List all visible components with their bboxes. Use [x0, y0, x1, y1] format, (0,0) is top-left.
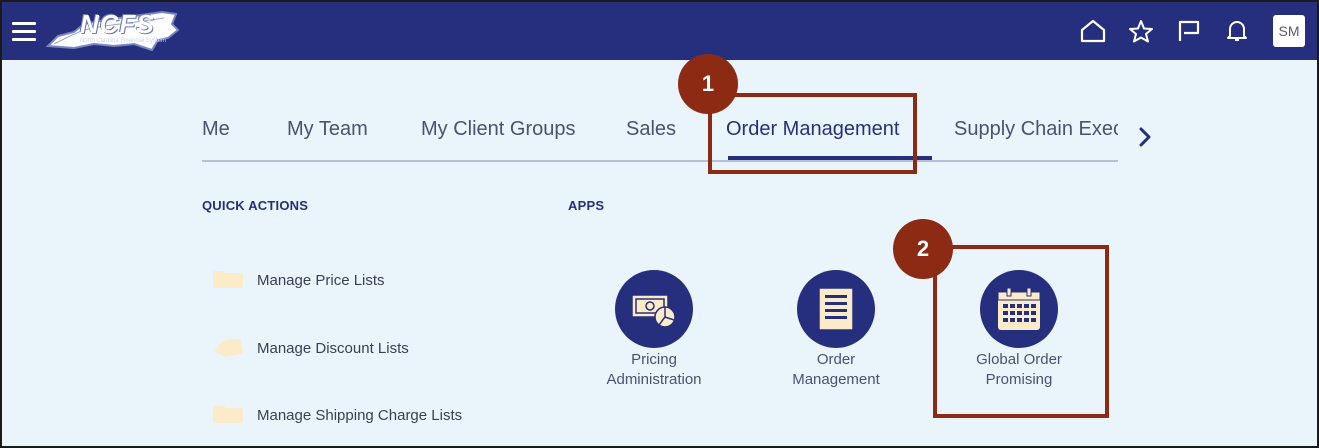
bell-icon[interactable]	[1223, 17, 1251, 45]
navigator-tabs: Me My Team My Client Groups Sales Order …	[202, 110, 1118, 162]
app-label: Order Management	[761, 350, 911, 390]
apps-title: APPS	[568, 198, 605, 213]
quick-action-manage-price-lists[interactable]: Manage Price Lists	[212, 265, 385, 295]
tab-supply-chain-execution[interactable]: Supply Chain Execu	[954, 118, 1118, 156]
quick-action-label: Manage Discount Lists	[257, 339, 409, 357]
callout-box-2	[933, 245, 1109, 418]
home-icon[interactable]	[1079, 17, 1107, 45]
menu-icon[interactable]	[12, 22, 36, 42]
tab-my-client-groups[interactable]: My Client Groups	[421, 118, 576, 156]
tab-me[interactable]: Me	[202, 118, 230, 156]
quick-action-manage-shipping-charge-lists[interactable]: Manage Shipping Charge Lists	[212, 400, 462, 430]
ncfs-logo[interactable]: NCFS North Carolina Financial System	[44, 6, 182, 56]
star-icon[interactable]	[1127, 17, 1155, 45]
app-pricing-administration[interactable]: Pricing Administration	[579, 270, 729, 390]
quick-actions-title: QUICK ACTIONS	[202, 198, 309, 213]
tabs-clip: Me My Team My Client Groups Sales Order …	[202, 110, 1118, 162]
folder-icon	[213, 406, 243, 423]
quick-action-label: Manage Shipping Charge Lists	[257, 406, 463, 424]
app-label-line1: Order	[816, 351, 856, 368]
chevron-right-icon[interactable]	[1135, 126, 1155, 148]
callout-number-2: 2	[893, 219, 953, 279]
app-label-line2: Administration	[606, 371, 702, 388]
callout-number-1: 1	[678, 54, 738, 114]
app-frame: NCFS North Carolina Financial System SM …	[0, 0, 1319, 448]
app-circle	[797, 270, 875, 348]
logo-text: NCFS	[80, 9, 155, 39]
app-label-line1: Pricing	[631, 351, 677, 368]
app-label-line2: Management	[792, 371, 880, 388]
folder-icon	[213, 271, 243, 288]
quick-action-manage-discount-lists[interactable]: Manage Discount Lists	[212, 333, 409, 363]
logo-subtext: North Carolina Financial System	[80, 38, 167, 44]
document-icon	[818, 287, 854, 331]
app-label: Pricing Administration	[579, 350, 729, 390]
app-circle	[615, 270, 693, 348]
header-icons: SM	[1059, 14, 1305, 48]
quick-action-label: Manage Price Lists	[257, 271, 385, 289]
pricing-icon	[631, 294, 676, 328]
app-order-management[interactable]: Order Management	[761, 270, 911, 390]
tag-icon	[214, 339, 244, 357]
user-avatar[interactable]: SM	[1273, 15, 1305, 47]
callout-box-1	[708, 93, 917, 174]
tab-my-team[interactable]: My Team	[287, 118, 368, 156]
flag-icon[interactable]	[1175, 17, 1203, 45]
tab-sales[interactable]: Sales	[626, 118, 676, 156]
top-bar: NCFS North Carolina Financial System SM	[2, 2, 1317, 60]
